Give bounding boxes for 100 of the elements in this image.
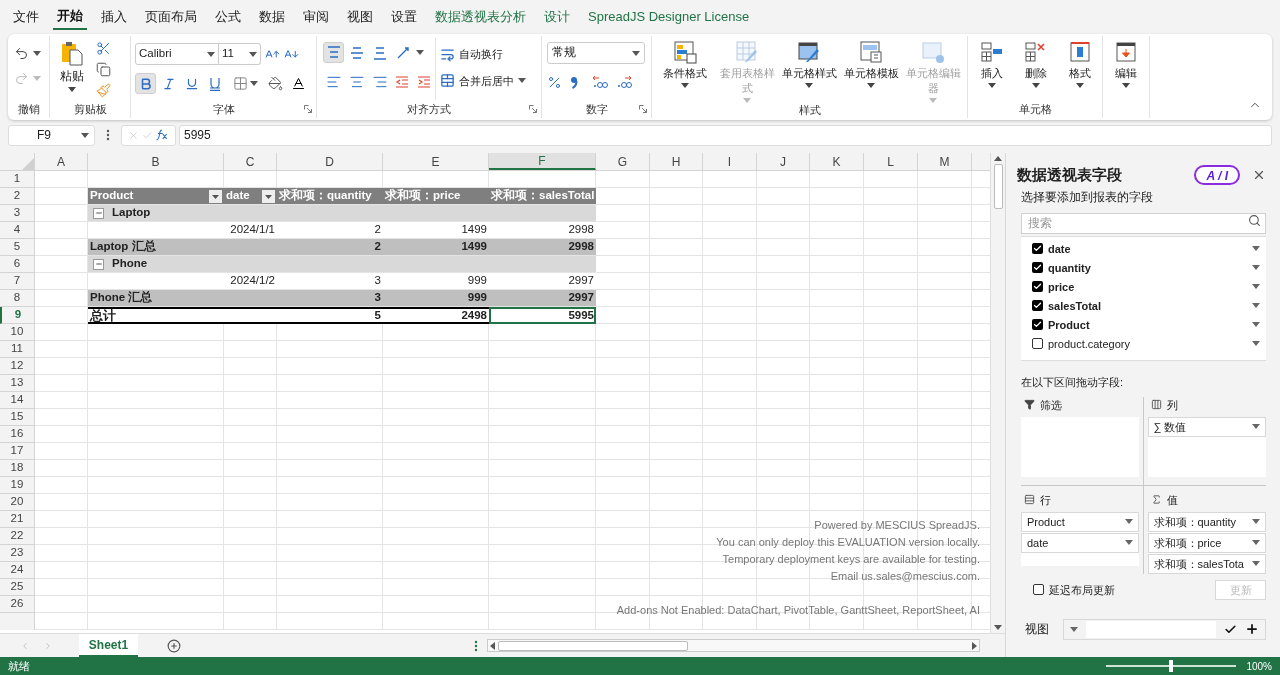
- row-header[interactable]: 1: [0, 171, 35, 188]
- add-sheet-icon[interactable]: [167, 638, 181, 653]
- column-header[interactable]: C: [224, 153, 277, 170]
- row-header[interactable]: 18: [0, 460, 35, 477]
- menu-tab[interactable]: 公式: [211, 4, 245, 30]
- menu-tab[interactable]: 审阅: [299, 4, 333, 30]
- field-item[interactable]: quantity: [1021, 258, 1266, 278]
- row-header[interactable]: 20: [0, 494, 35, 511]
- row-header[interactable]: 26: [0, 596, 35, 613]
- ai-button[interactable]: A / I: [1194, 165, 1240, 185]
- close-icon[interactable]: [1252, 168, 1266, 182]
- column-header[interactable]: F: [489, 153, 596, 170]
- row-header[interactable]: 25: [0, 579, 35, 596]
- menu-tab[interactable]: 数据: [255, 4, 289, 30]
- row-header[interactable]: 12: [0, 358, 35, 375]
- font-size-select[interactable]: 11: [219, 43, 261, 65]
- view-name-field[interactable]: [1086, 620, 1216, 638]
- increase-indent-icon[interactable]: [416, 73, 432, 90]
- menu-tab[interactable]: 设置: [387, 4, 421, 30]
- scroll-right-icon[interactable]: [972, 641, 977, 650]
- check-icon[interactable]: [1224, 622, 1237, 636]
- scroll-down-icon[interactable]: [994, 625, 1002, 630]
- column-header[interactable]: A: [35, 153, 88, 170]
- checkbox[interactable]: [1033, 584, 1044, 596]
- row-header[interactable]: 21: [0, 511, 35, 528]
- drop-area[interactable]: Product date: [1021, 511, 1139, 566]
- row-header[interactable]: 3: [0, 205, 35, 222]
- column-header[interactable]: I: [703, 153, 757, 170]
- ribbon-button[interactable]: 单元格样式: [778, 36, 840, 103]
- column-header[interactable]: D: [277, 153, 383, 170]
- row-header[interactable]: 17: [0, 443, 35, 460]
- decrease-decimal-icon[interactable]: [616, 74, 632, 90]
- formula-field[interactable]: 5995: [179, 124, 1272, 146]
- function-icon[interactable]: [155, 129, 169, 141]
- row-header[interactable]: 9: [0, 307, 35, 324]
- scroll-thumb[interactable]: [993, 164, 1003, 209]
- scroll-thumb[interactable]: [498, 640, 688, 651]
- column-header[interactable]: J: [757, 153, 810, 170]
- paste-button[interactable]: 粘贴: [50, 36, 94, 102]
- ribbon-button[interactable]: 插入: [970, 36, 1014, 102]
- ribbon-button[interactable]: 格式: [1058, 36, 1102, 102]
- row-header[interactable]: 10: [0, 324, 35, 341]
- checkbox[interactable]: [1032, 338, 1043, 350]
- area-field[interactable]: Product: [1021, 511, 1139, 532]
- field-item[interactable]: product.category: [1021, 334, 1266, 354]
- merge-center-button[interactable]: 合并后居中: [440, 72, 526, 89]
- format-toggle[interactable]: [135, 73, 156, 94]
- field-item[interactable]: price: [1021, 277, 1266, 297]
- column-header[interactable]: L: [864, 153, 918, 170]
- collapse-button[interactable]: [93, 207, 104, 219]
- comma-style-icon[interactable]: [570, 75, 578, 89]
- horizontal-scrollbar[interactable]: [487, 639, 980, 652]
- ribbon-button[interactable]: 编辑: [1103, 36, 1149, 118]
- checkbox[interactable]: [1032, 319, 1043, 331]
- collapse-button[interactable]: [93, 258, 104, 270]
- row-header[interactable]: 7: [0, 273, 35, 290]
- align-button[interactable]: [323, 42, 344, 63]
- column-header[interactable]: G: [596, 153, 650, 170]
- search-field[interactable]: 搜索: [1021, 212, 1266, 234]
- increase-decimal-icon[interactable]: [592, 74, 608, 90]
- ribbon-button[interactable]: 单元格模板: [840, 36, 902, 103]
- checkbox[interactable]: [1032, 281, 1043, 293]
- row-header[interactable]: 11: [0, 341, 35, 358]
- number-format-select[interactable]: 常规: [547, 42, 645, 64]
- percent-icon[interactable]: [547, 74, 562, 90]
- menu-tab[interactable]: 开始: [53, 4, 87, 30]
- row-header[interactable]: 13: [0, 375, 35, 392]
- row-header[interactable]: 6: [0, 256, 35, 273]
- field-item[interactable]: salesTotal: [1021, 296, 1266, 316]
- filter-dropdown-icon[interactable]: [209, 189, 222, 203]
- area-field[interactable]: ∑ 数值: [1147, 416, 1266, 437]
- row-header[interactable]: 24: [0, 562, 35, 579]
- checkbox[interactable]: [1032, 300, 1043, 312]
- decrease-indent-icon[interactable]: [394, 73, 410, 90]
- row-header[interactable]: 15: [0, 409, 35, 426]
- wrap-text-button[interactable]: 自动换行: [440, 46, 526, 63]
- copy-icon[interactable]: [96, 62, 111, 77]
- area-field[interactable]: 求和项：price: [1147, 532, 1266, 553]
- dialog-launcher-icon[interactable]: [304, 105, 312, 113]
- column-header[interactable]: M: [918, 153, 972, 170]
- checkbox[interactable]: [1032, 262, 1043, 274]
- row-header[interactable]: 4: [0, 222, 35, 239]
- font-family-select[interactable]: Calibri: [135, 43, 219, 65]
- menu-tab[interactable]: 页面布局: [141, 4, 201, 30]
- undo-icon[interactable]: [14, 46, 29, 61]
- scroll-left-icon[interactable]: [490, 641, 495, 650]
- menu-tab[interactable]: 文件: [9, 4, 43, 30]
- ribbon-button[interactable]: 删除: [1014, 36, 1058, 102]
- name-box[interactable]: F9: [8, 124, 95, 146]
- borders-icon[interactable]: [233, 76, 248, 91]
- field-item[interactable]: Product: [1021, 315, 1266, 335]
- dialog-launcher-icon[interactable]: [529, 105, 537, 113]
- column-header[interactable]: B: [88, 153, 224, 170]
- scroll-up-icon[interactable]: [994, 156, 1002, 161]
- row-header[interactable]: 14: [0, 392, 35, 409]
- row-header[interactable]: 5: [0, 239, 35, 256]
- row-header[interactable]: 19: [0, 477, 35, 494]
- dialog-launcher-icon[interactable]: [639, 105, 647, 113]
- row-header[interactable]: 22: [0, 528, 35, 545]
- drop-area[interactable]: ∑ 数值: [1147, 416, 1266, 477]
